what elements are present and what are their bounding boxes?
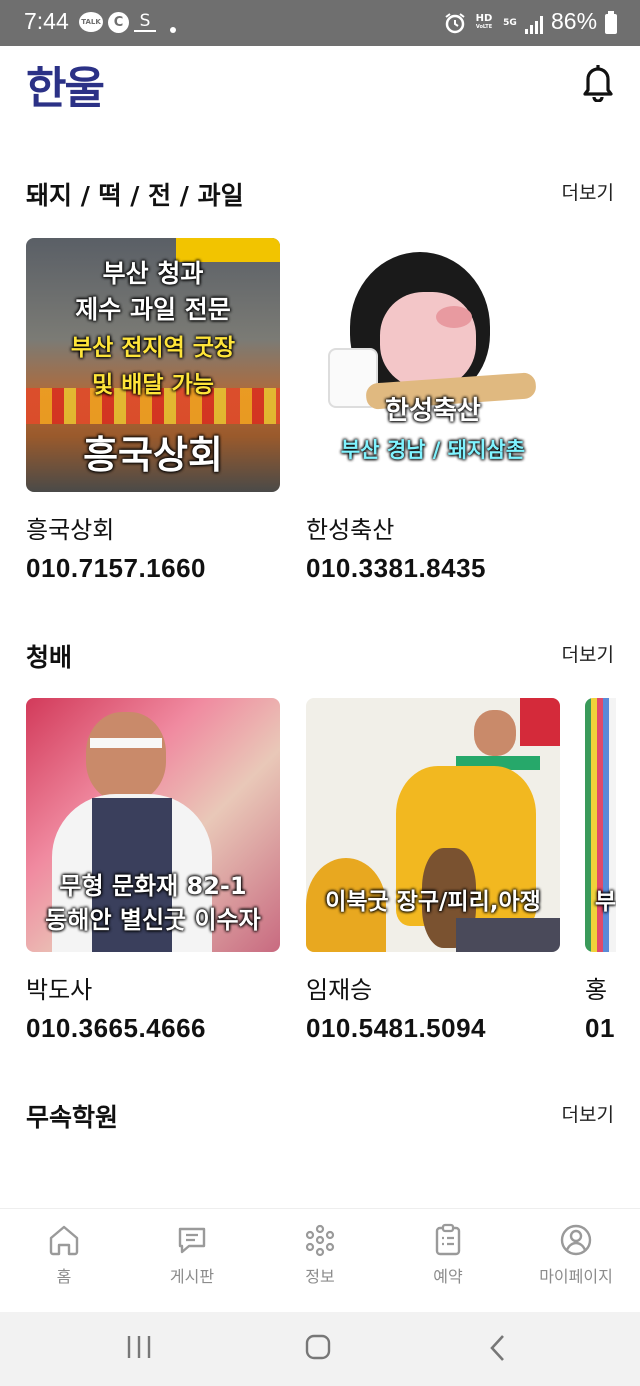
card-overlay-line: 부: [595, 889, 616, 915]
section-title-pig-rice-cake: 돼지 / 떡 / 전 / 과일: [26, 181, 244, 210]
battery-percent: 86%: [551, 8, 598, 34]
card-overlay-line: 이북굿 장구/피리,아쟁: [325, 889, 541, 915]
nav-board-label: 게시판: [169, 1267, 215, 1286]
info-icon: [305, 1224, 335, 1257]
cheongbae-card-rail[interactable]: 무형 문화재 82-1 동해안 별신굿 이수자 박도사 010.3665.466…: [0, 698, 616, 1058]
status-time: 7:44: [24, 8, 69, 34]
alarm-icon: [444, 12, 466, 34]
kakaotalk-icon: TALK: [79, 12, 103, 32]
card-overlay-line: 제수 과일 전문: [75, 295, 231, 324]
home-icon: [49, 1225, 79, 1256]
shop-card[interactable]: 부 홍 01: [585, 698, 616, 1044]
shop-name: 홍: [585, 976, 608, 1004]
status-bar: 7:44 TALK C S HD VoLTE 5G 86%: [0, 0, 640, 46]
card-overlay-line: 부산 청과: [102, 259, 204, 288]
nav-reservation[interactable]: 예약: [384, 1209, 512, 1312]
card-overlay-line: 한성축산: [385, 396, 481, 426]
nav-board[interactable]: 게시판: [128, 1209, 256, 1312]
shop-card[interactable]: 부산 청과 제수 과일 전문 부산 전지역 굿장 및 배달 가능 흥국상회 흥국…: [26, 238, 280, 584]
system-navigation-bar: [0, 1312, 640, 1386]
shop-name: 박도사: [26, 976, 93, 1004]
shop-card[interactable]: 무형 문화재 82-1 동해안 별신굿 이수자 박도사 010.3665.466…: [26, 698, 280, 1044]
shop-thumbnail[interactable]: 부: [585, 698, 616, 952]
shop-thumbnail[interactable]: 한성축산 부산 경남 / 돼지삼촌: [306, 238, 560, 492]
nav-mypage[interactable]: 마이페이지: [512, 1209, 640, 1312]
card-overlay-line: 및 배달 가능: [92, 372, 214, 398]
back-icon[interactable]: [488, 1334, 508, 1366]
reservation-icon: [435, 1223, 461, 1256]
mypage-icon: [560, 1224, 592, 1256]
shop-phone[interactable]: 010.5481.5094: [306, 1013, 560, 1044]
card-overlay-line: 무형 문화재 82-1: [59, 872, 247, 900]
shop-card[interactable]: 이북굿 장구/피리,아쟁 임재승 010.5481.5094: [306, 698, 560, 1044]
nav-home-label: 홈: [56, 1267, 72, 1286]
shop-name: 흥국상회: [26, 516, 115, 544]
shop-name: 한성축산: [306, 516, 395, 544]
c-app-icon: C: [108, 12, 129, 33]
shop-thumbnail[interactable]: 부산 청과 제수 과일 전문 부산 전지역 굿장 및 배달 가능 흥국상회: [26, 238, 280, 492]
card-overlay-line: 부산 경남 / 돼지삼촌: [340, 438, 526, 462]
shop-name: 임재승: [306, 976, 373, 1004]
notification-bell-icon[interactable]: [580, 62, 616, 103]
shop-card[interactable]: 한성축산 부산 경남 / 돼지삼촌 한성축산 010.3381.8435: [306, 238, 560, 584]
card-overlay-line: 부산 전지역 굿장: [70, 335, 236, 361]
nav-home[interactable]: 홈: [0, 1209, 128, 1312]
card-overlay-line: 동해안 별신굿 이수자: [45, 906, 261, 934]
shop-phone[interactable]: 010.3665.4666: [26, 1013, 280, 1044]
more-link-shaman-academy[interactable]: 더보기: [562, 1100, 614, 1127]
card-overlay-line: 흥국상회: [83, 433, 223, 477]
battery-icon: [605, 11, 617, 34]
nav-info-label: 정보: [305, 1267, 335, 1286]
signal-icon: [524, 12, 544, 34]
more-link-pig-rice-cake[interactable]: 더보기: [562, 178, 614, 205]
voice-label: VoLTE: [475, 24, 493, 30]
more-link-cheongbae[interactable]: 더보기: [562, 640, 614, 667]
more-notifications-dot-icon: [170, 27, 176, 33]
bottom-navigation: 홈 게시판 정보 예약 마이페이지: [0, 1208, 640, 1312]
shop-thumbnail[interactable]: 무형 문화재 82-1 동해안 별신굿 이수자: [26, 698, 280, 952]
recent-apps-icon[interactable]: [126, 1334, 152, 1364]
shop-phone[interactable]: 010.3381.8435: [306, 553, 560, 584]
nav-reservation-label: 예약: [433, 1267, 463, 1286]
s-app-icon: S: [134, 12, 156, 32]
board-icon: [178, 1227, 206, 1254]
home-button-icon[interactable]: [305, 1334, 331, 1364]
shop-thumbnail[interactable]: 이북굿 장구/피리,아쟁: [306, 698, 560, 952]
section-title-cheongbae: 청배: [26, 643, 73, 672]
hd-label: HD: [475, 13, 493, 24]
nav-info[interactable]: 정보: [256, 1209, 384, 1312]
app-logo[interactable]: 한울: [26, 52, 105, 116]
nav-mypage-label: 마이페이지: [539, 1267, 613, 1286]
shop-phone[interactable]: 01: [585, 1013, 616, 1044]
section-title-shaman-academy: 무속학원: [26, 1103, 119, 1132]
shop-phone[interactable]: 010.7157.1660: [26, 553, 280, 584]
hd-voice-icon: HD VoLTE: [472, 12, 496, 34]
network-5g-icon: 5G: [503, 18, 517, 28]
